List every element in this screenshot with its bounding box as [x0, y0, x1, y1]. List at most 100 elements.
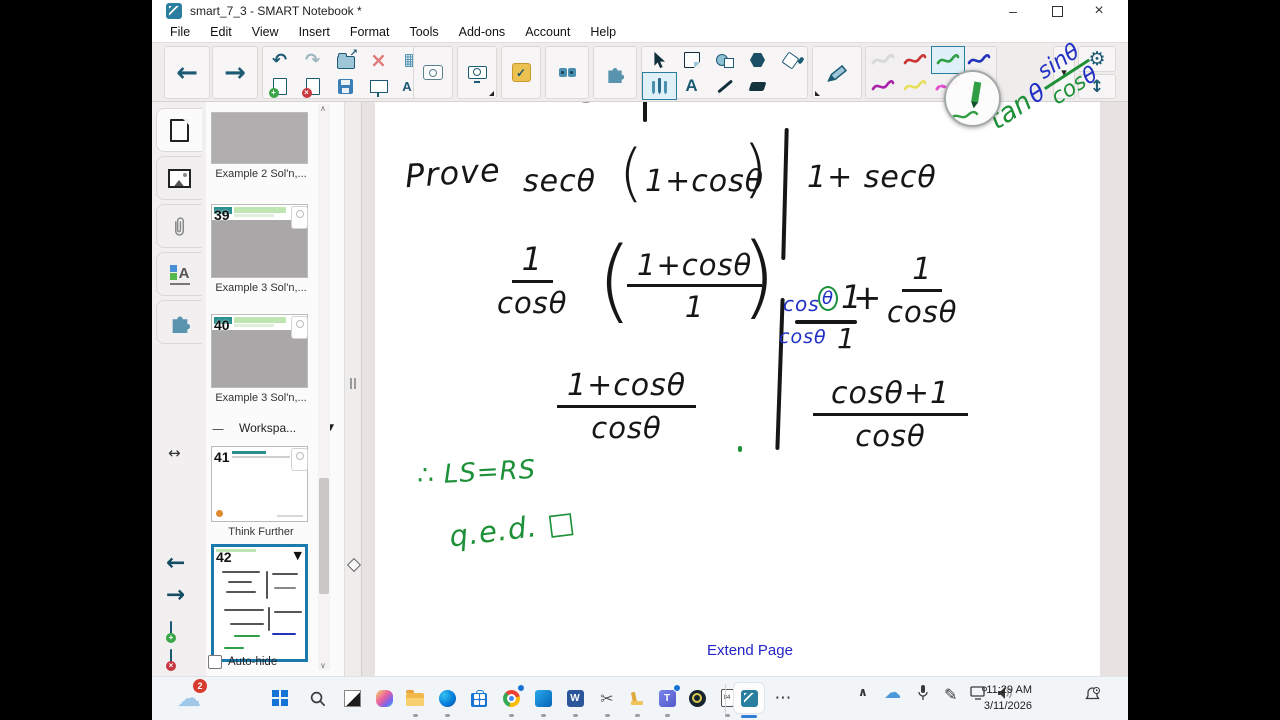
splitter-collapse-handle[interactable]	[346, 557, 362, 573]
pen-color-gray[interactable]	[867, 47, 899, 73]
pen-color-green-selected[interactable]	[931, 46, 965, 74]
onedrive-icon[interactable]: ☁	[884, 683, 901, 703]
auto-hide-checkbox[interactable]	[208, 655, 222, 669]
tab-add-ons[interactable]	[156, 300, 202, 344]
maximize-button[interactable]	[1040, 0, 1074, 22]
menu-edit[interactable]: Edit	[200, 25, 242, 39]
teams-button[interactable]: T	[652, 683, 682, 717]
auto-hide-control[interactable]: Auto-hide	[208, 655, 277, 669]
document-camera-button[interactable]	[457, 46, 497, 99]
extend-page-link[interactable]: Extend Page	[660, 642, 840, 659]
snipping-tool-button[interactable]: ✂	[592, 683, 622, 717]
file-explorer-button[interactable]	[400, 683, 430, 717]
notes-tool-button[interactable]	[675, 47, 708, 73]
tab-page-sorter[interactable]	[156, 108, 202, 152]
file-actions-group: ↶ ↷ ↗ × ▦ + × A	[262, 46, 429, 99]
panel-splitter[interactable]	[344, 102, 362, 676]
page-menu-dropdown-icon[interactable]: ▼	[294, 549, 302, 562]
group-label: Workspa...	[239, 421, 297, 435]
pen-color-red[interactable]	[899, 47, 931, 73]
start-button[interactable]	[265, 683, 295, 713]
menu-insert[interactable]: Insert	[289, 25, 340, 39]
page-number: 41	[214, 449, 230, 465]
next-page-button[interactable]: →	[212, 46, 258, 99]
minimize-button[interactable]: –	[996, 0, 1030, 22]
export-button[interactable]: ↗	[329, 47, 362, 73]
menu-view[interactable]: View	[242, 25, 289, 39]
thumbnail-40[interactable]: 40	[211, 314, 308, 388]
menu-file[interactable]: File	[160, 25, 200, 39]
thumbnail-41[interactable]: 41	[211, 446, 308, 522]
scrollbar-thumb[interactable]	[319, 478, 329, 594]
desk-app-button[interactable]	[622, 683, 652, 717]
screen-shade-button[interactable]	[362, 73, 395, 99]
thumbnail-42-selected[interactable]: 42 ▼	[211, 544, 308, 662]
tab-properties[interactable]: A	[156, 252, 202, 296]
menu-account[interactable]: Account	[515, 25, 580, 39]
response-button[interactable]: ✓	[501, 46, 541, 99]
collapse-group-icon[interactable]: —	[212, 422, 224, 436]
delete-page-button[interactable]: ×	[296, 73, 329, 99]
task-view-button[interactable]	[337, 683, 367, 713]
taskbar-overflow-button[interactable]: ⋯	[768, 683, 798, 713]
menu-addons[interactable]: Add-ons	[449, 25, 516, 39]
chrome-button[interactable]	[496, 683, 526, 717]
weather-widget[interactable]: ☁ 2	[174, 679, 207, 713]
redo-button[interactable]: ↷	[296, 47, 329, 73]
eraser-tool-button[interactable]	[741, 73, 774, 99]
pen-color-yellow[interactable]	[899, 73, 931, 99]
pens-tool-button[interactable]	[642, 72, 677, 100]
pen-color-blue[interactable]	[963, 47, 995, 73]
close-button[interactable]: ×	[1082, 0, 1116, 22]
delete-button[interactable]: ×	[362, 47, 395, 73]
sidebar-add-page-button[interactable]: +	[166, 621, 176, 643]
copilot-button[interactable]	[369, 683, 399, 713]
screen-capture-button[interactable]	[413, 46, 453, 99]
scroll-down-icon[interactable]: ∨	[320, 661, 326, 670]
smart-blocks-button[interactable]	[545, 46, 589, 99]
tab-gallery[interactable]	[156, 156, 202, 200]
pen-tray-icon[interactable]: ✎	[944, 685, 957, 704]
edge-button[interactable]	[432, 683, 462, 717]
line-tool-button[interactable]	[708, 73, 741, 99]
microphone-tray-icon[interactable]	[916, 684, 930, 705]
pen-style-button[interactable]	[812, 46, 862, 99]
sidebar-delete-page-button[interactable]: ×	[166, 649, 176, 671]
scroll-up-icon[interactable]: ∧	[320, 104, 326, 113]
polygon-tool-button[interactable]	[741, 47, 774, 73]
save-button[interactable]	[329, 73, 362, 99]
previous-page-button[interactable]: ←	[164, 46, 210, 99]
shapes-tool-button[interactable]	[708, 47, 741, 73]
notification-center-button[interactable]	[1084, 686, 1101, 707]
store-button[interactable]	[464, 683, 494, 713]
dark-circle-app-button[interactable]	[682, 683, 712, 713]
tab-attachments[interactable]	[156, 204, 202, 248]
sidebar-next-page-button[interactable]: →	[166, 582, 185, 608]
menu-format[interactable]: Format	[340, 25, 400, 39]
smart-notebook-icon	[740, 689, 758, 707]
text-tool-button[interactable]: A	[675, 73, 708, 99]
smart-notebook-taskbar-button[interactable]	[734, 683, 764, 718]
taskbar-clock[interactable]: 11:29 AM 3/11/2026	[984, 682, 1032, 714]
scribble-line	[224, 609, 264, 611]
add-page-button[interactable]: +	[263, 73, 296, 99]
thumbnail-39[interactable]: 39	[211, 204, 308, 278]
pen-color-magenta[interactable]	[867, 73, 899, 99]
menu-help[interactable]: Help	[580, 25, 626, 39]
undo-button[interactable]: ↶	[263, 47, 296, 73]
sidebar-previous-page-button[interactable]: ←	[166, 550, 185, 576]
frac-num: 1	[511, 240, 553, 283]
add-ons-button[interactable]	[593, 46, 637, 99]
tray-show-hidden-icon[interactable]: ∧	[858, 685, 868, 699]
panel-flip-icon[interactable]: ↔	[168, 444, 181, 462]
thumbnail-example2[interactable]	[211, 112, 308, 164]
search-button[interactable]	[302, 683, 332, 713]
thumbnail-scrollbar[interactable]: ∧ ∨	[318, 104, 330, 670]
fill-tool-button[interactable]	[774, 47, 807, 73]
outlook-button[interactable]	[528, 683, 558, 717]
menu-tools[interactable]: Tools	[399, 25, 448, 39]
word-button[interactable]: W	[560, 683, 590, 717]
whiteboard-page[interactable]: LS Prove secθ ( 1+cosθ ) 1+ secθ 1 cosθ …	[375, 102, 1100, 676]
save-icon	[338, 78, 353, 94]
select-tool-button[interactable]	[642, 47, 675, 73]
